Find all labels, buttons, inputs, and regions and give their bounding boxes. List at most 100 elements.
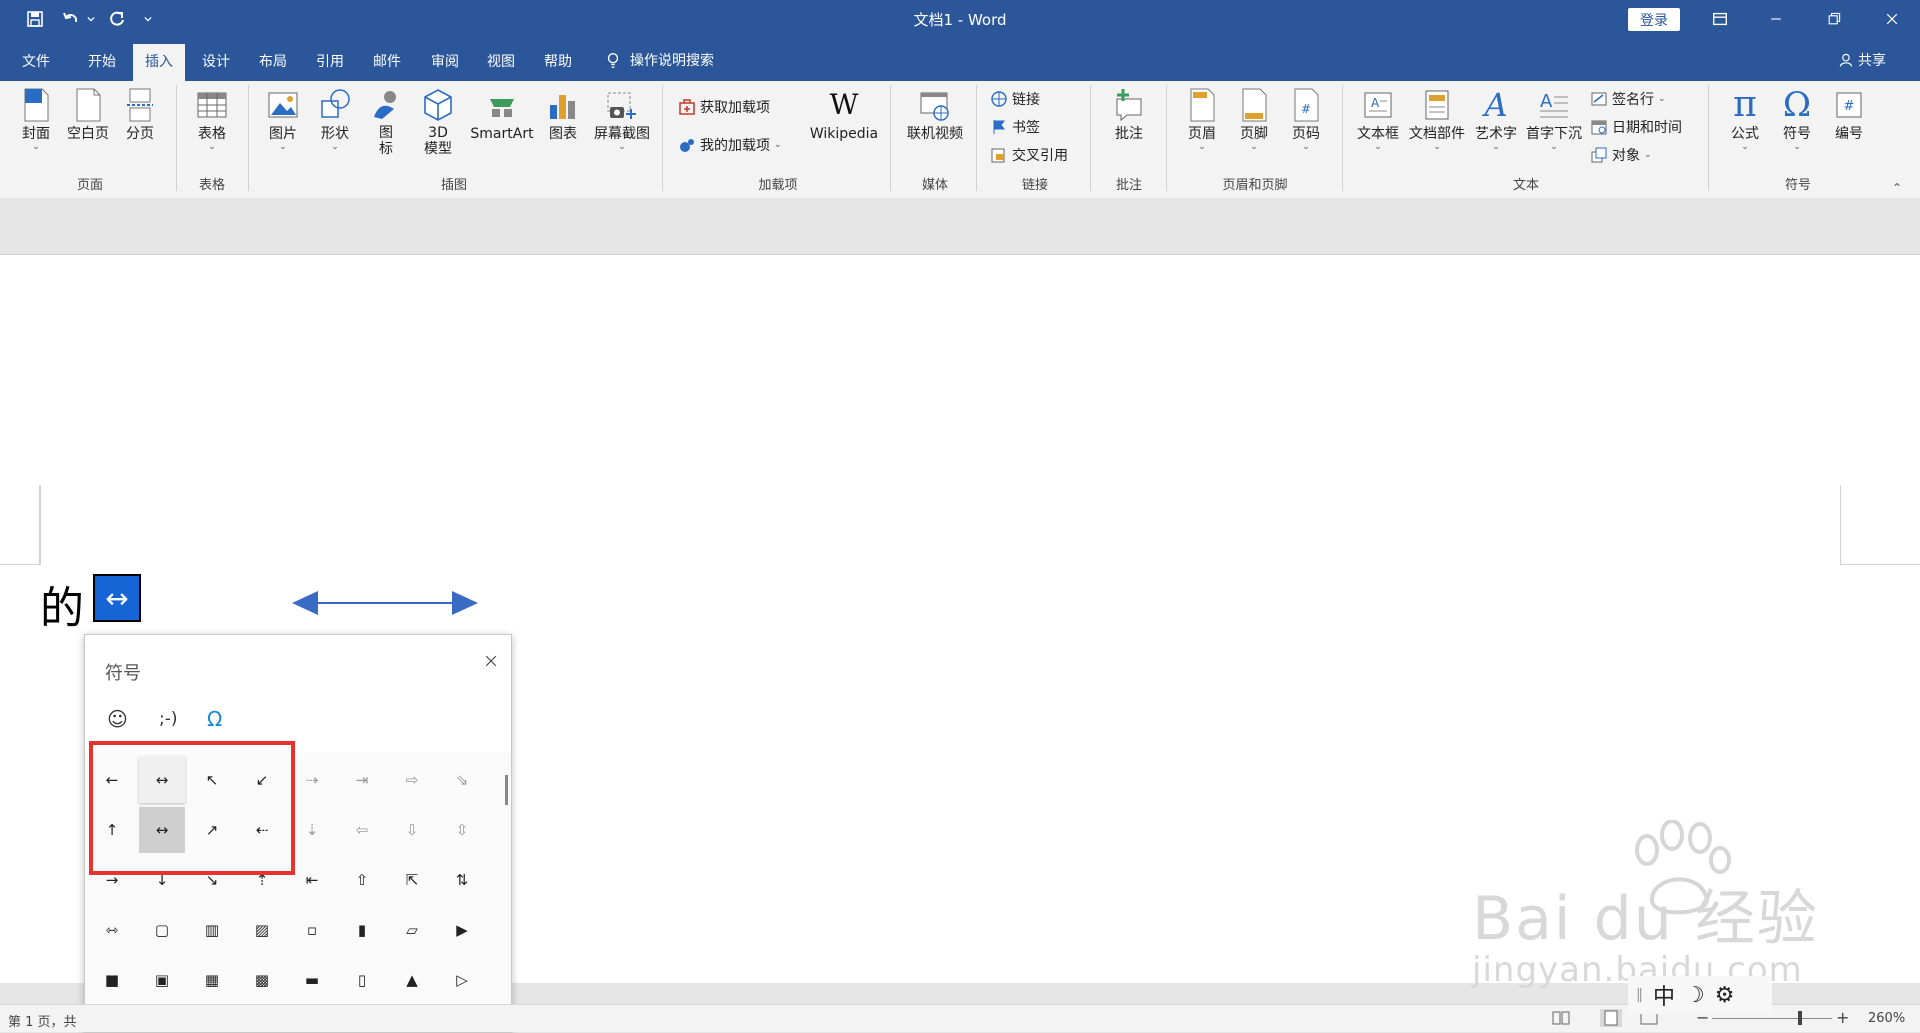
symbol-cell[interactable]: ▥ <box>189 907 235 953</box>
tab-design[interactable]: 设计 <box>202 51 230 71</box>
symbol-cell[interactable]: ⇧ <box>339 857 385 903</box>
symbol-cell[interactable]: ▯ <box>339 957 385 1003</box>
link-button[interactable]: 链接 <box>990 89 1040 109</box>
document-background <box>0 198 1920 254</box>
symbol-cell[interactable]: ▶ <box>439 907 485 953</box>
symbol-cell[interactable]: ⇨ <box>389 757 435 803</box>
minimize-icon[interactable] <box>1748 0 1804 38</box>
symbol-cell[interactable]: ⇣ <box>289 807 335 853</box>
symbol-cell[interactable]: ⇦ <box>339 807 385 853</box>
tab-kaomoji[interactable]: ;-) <box>159 709 178 729</box>
restore-icon[interactable] <box>1806 0 1862 38</box>
3d-model-button[interactable]: 3D 模型 <box>416 81 460 157</box>
zoom-slider[interactable] <box>1712 1018 1832 1019</box>
symbol-cell[interactable]: ⇅ <box>439 857 485 903</box>
screenshot-button[interactable]: 屏幕截图 ⌄ <box>590 81 654 152</box>
wordart-button[interactable]: A 艺术字 ⌄ <box>1472 81 1520 152</box>
tab-layout[interactable]: 布局 <box>259 51 287 71</box>
tab-review[interactable]: 审阅 <box>431 51 459 71</box>
symbol-cell[interactable]: ▬ <box>289 957 335 1003</box>
ime-handle-icon[interactable]: ‖ <box>1636 987 1643 1003</box>
symbol-cell[interactable]: ⇩ <box>389 807 435 853</box>
smartart-button[interactable]: SmartArt <box>466 81 538 143</box>
page-number-button[interactable]: # 页码 ⌄ <box>1284 81 1328 152</box>
signature-line-button[interactable]: 签名行 ⌄ <box>1590 89 1666 109</box>
picture-button[interactable]: 图片 ⌄ <box>262 81 304 152</box>
zoom-in-icon[interactable]: + <box>1836 1008 1849 1027</box>
header-button[interactable]: 页眉 ⌄ <box>1180 81 1224 152</box>
comment-icon <box>1116 89 1142 122</box>
blank-page-button[interactable]: 空白页 <box>64 81 112 143</box>
get-addins-button[interactable]: 获取加载项 <box>678 97 770 117</box>
read-mode-icon[interactable] <box>1552 1011 1570 1025</box>
chart-button[interactable]: 图表 <box>542 81 584 143</box>
symbol-cell[interactable]: ⇤ <box>289 857 335 903</box>
wikipedia-button[interactable]: W Wikipedia <box>806 81 882 143</box>
numbering-button[interactable]: # 编号 <box>1826 81 1872 143</box>
page-break-button[interactable]: 分页 <box>120 81 160 143</box>
close-icon[interactable] <box>477 647 505 675</box>
document-text[interactable]: 的 <box>40 572 84 636</box>
zoom-level[interactable]: 260% <box>1868 1011 1905 1026</box>
quick-parts-button[interactable]: 文档部件 ⌄ <box>1406 81 1468 152</box>
shapes-button[interactable]: 形状 ⌄ <box>314 81 356 152</box>
zoom-slider-thumb[interactable] <box>1798 1011 1802 1025</box>
symbol-cell[interactable]: ⇘ <box>439 757 485 803</box>
symbol-cell[interactable]: ▮ <box>339 907 385 953</box>
share-button[interactable]: 共享 <box>1838 50 1886 70</box>
tab-view[interactable]: 视图 <box>487 51 515 71</box>
cover-page-button[interactable]: 封面 ⌄ <box>16 81 56 152</box>
moon-icon[interactable]: ☽ <box>1685 983 1705 1008</box>
drop-cap-button[interactable]: A 首字下沉 ⌄ <box>1522 81 1586 152</box>
collapse-ribbon-icon[interactable]: ⌃ <box>1892 181 1902 195</box>
textbox-button[interactable]: A 文本框 ⌄ <box>1354 81 1402 152</box>
equation-button[interactable]: π 公式 ⌄ <box>1722 81 1768 152</box>
symbol-cell[interactable]: ⇢ <box>289 757 335 803</box>
symbol-cell[interactable]: ▲ <box>389 957 435 1003</box>
date-time-button[interactable]: 日期和时间 <box>1590 117 1682 137</box>
tab-references[interactable]: 引用 <box>316 51 344 71</box>
tab-emoji[interactable]: ☺ <box>107 707 128 731</box>
symbol-cell[interactable]: ⇥ <box>339 757 385 803</box>
page-count[interactable]: 第 1 页，共 <box>8 1011 77 1030</box>
icons-button[interactable]: 图 标 <box>366 81 406 157</box>
tab-file[interactable]: 文件 <box>22 51 50 71</box>
selected-symbol[interactable]: ↔ <box>93 574 141 622</box>
symbol-cell[interactable]: ▦ <box>189 957 235 1003</box>
close-window-icon[interactable] <box>1864 0 1920 38</box>
symbol-cell[interactable]: ■ <box>89 957 135 1003</box>
online-video-button[interactable]: 联机视频 <box>902 81 968 143</box>
symbol-cell[interactable]: ▢ <box>139 907 185 953</box>
print-layout-icon[interactable] <box>1600 1009 1622 1027</box>
login-button[interactable]: 登录 <box>1628 8 1680 31</box>
symbol-cell[interactable]: ▣ <box>139 957 185 1003</box>
symbol-cell[interactable]: ⇱ <box>389 857 435 903</box>
symbol-cell[interactable]: ▫ <box>289 907 335 953</box>
symbol-cell[interactable]: ▷ <box>439 957 485 1003</box>
symbol-cell[interactable]: ⇿ <box>89 907 135 953</box>
bookmark-button[interactable]: 书签 <box>990 117 1040 137</box>
table-button[interactable]: 表格 ⌄ <box>190 81 234 152</box>
symbol-button[interactable]: Ω 符号 ⌄ <box>1774 81 1820 152</box>
my-addins-button[interactable]: 我的加载项 ⌄ <box>678 135 782 155</box>
symbol-cell[interactable]: ▩ <box>239 957 285 1003</box>
group-label-links: 链接 <box>1021 178 1048 193</box>
tab-help[interactable]: 帮助 <box>544 51 572 71</box>
cross-reference-button[interactable]: 交叉引用 <box>990 145 1068 165</box>
comment-button[interactable]: 批注 <box>1104 81 1154 143</box>
tab-symbols[interactable]: Ω <box>207 707 222 731</box>
ime-mode[interactable]: 中 <box>1653 979 1675 1011</box>
symbol-cell[interactable]: ▱ <box>389 907 435 953</box>
symbol-cell[interactable]: ▨ <box>239 907 285 953</box>
tab-insert[interactable]: 插入 <box>133 44 185 81</box>
symbol-cell[interactable]: ⇳ <box>439 807 485 853</box>
tab-mailings[interactable]: 邮件 <box>373 51 401 71</box>
tell-me-search[interactable]: 操作说明搜索 <box>604 50 714 70</box>
scrollbar[interactable] <box>505 775 508 805</box>
footer-button[interactable]: 页脚 ⌄ <box>1232 81 1276 152</box>
tab-home[interactable]: 开始 <box>88 51 116 71</box>
ribbon-display-icon[interactable] <box>1692 0 1748 38</box>
object-button[interactable]: 对象 ⌄ <box>1590 145 1652 165</box>
gear-icon[interactable]: ⚙ <box>1715 983 1735 1008</box>
double-arrow-shape[interactable] <box>290 583 480 623</box>
